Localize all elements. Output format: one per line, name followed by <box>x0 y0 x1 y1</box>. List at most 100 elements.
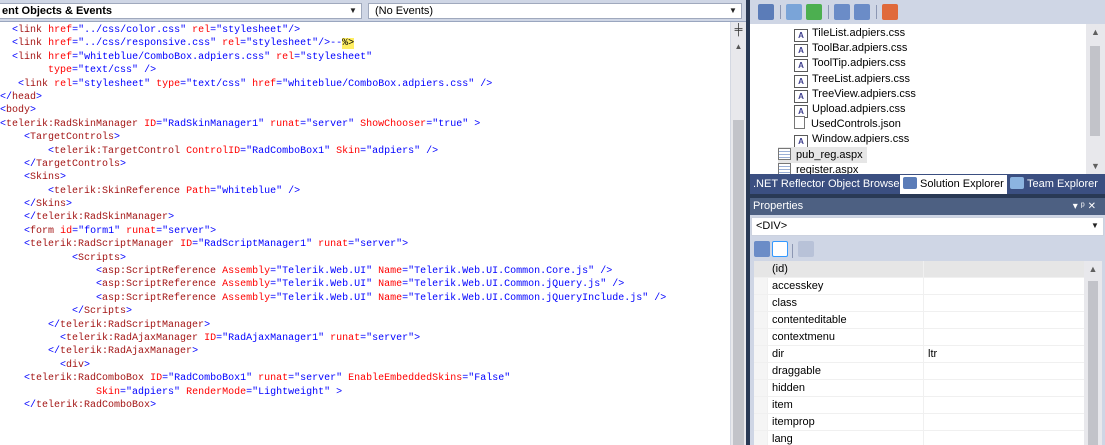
code-token: telerik:TargetControl <box>54 145 181 157</box>
property-row[interactable]: item <box>754 397 1084 414</box>
property-row[interactable]: itemprop <box>754 414 1084 431</box>
code-token: rel <box>54 78 73 90</box>
property-value[interactable] <box>924 380 1084 397</box>
split-icon[interactable]: ╪ <box>731 22 746 38</box>
scroll-down-icon[interactable]: ▼ <box>1086 158 1105 174</box>
tab-solution-explorer[interactable]: Solution Explorer <box>900 175 1007 194</box>
code-text-area[interactable]: <link href="../css/color.css" rel="style… <box>0 22 730 445</box>
editor-scrollbar[interactable]: ╪ ▲ <box>730 22 746 445</box>
tree-item[interactable]: A Upload.adpiers.css <box>794 101 906 118</box>
property-row[interactable]: dir ltr <box>754 346 1084 363</box>
code-token: telerik:RadComboBox <box>36 399 151 411</box>
class-diagram-icon[interactable] <box>882 4 898 20</box>
tab-team-explorer[interactable]: Team Explorer <box>1010 176 1098 193</box>
tree-item[interactable]: A TileList.adpiers.css <box>794 25 905 42</box>
tree-item[interactable]: UsedControls.json <box>794 116 901 132</box>
property-row[interactable]: contenteditable <box>754 312 1084 329</box>
property-grid[interactable]: (id) accesskey class contenteditable context… <box>754 261 1102 445</box>
tree-item[interactable]: A ToolTip.adpiers.css <box>794 55 906 73</box>
chevron-down-icon: ▼ <box>349 6 357 15</box>
events-dropdown[interactable]: (No Events) ▼ <box>368 3 742 19</box>
alphabetical-icon[interactable] <box>772 241 788 257</box>
property-grid-scrollbar[interactable]: ▲ <box>1084 261 1102 445</box>
property-value[interactable] <box>924 312 1084 329</box>
tree-item-label: UsedControls.json <box>811 118 901 131</box>
code-line: <telerik:RadComboBox ID="RadComboBox1" r… <box>0 372 730 385</box>
tree-item[interactable]: A TreeView.adpiers.css <box>794 86 916 103</box>
panel-tab-strip: .NET Reflector Object Browser Solution E… <box>750 174 1105 194</box>
tree-item[interactable]: A ToolBar.adpiers.css <box>794 40 907 58</box>
solution-explorer-scroll-thumb[interactable] <box>1090 46 1100 136</box>
property-name: item <box>754 397 924 414</box>
property-pages-icon[interactable] <box>798 241 814 257</box>
tree-item-label: ToolTip.adpiers.css <box>812 57 906 70</box>
code-token: RenderMode <box>186 386 247 398</box>
show-all-files-icon[interactable] <box>786 4 802 20</box>
editor-scroll-thumb[interactable] <box>733 120 744 445</box>
code-token: head <box>12 91 37 103</box>
property-value[interactable] <box>924 414 1084 431</box>
property-row[interactable]: lang <box>754 431 1084 445</box>
view-designer-icon[interactable] <box>854 4 870 20</box>
code-token: Assembly <box>222 266 271 278</box>
property-row[interactable]: contextmenu <box>754 329 1084 346</box>
properties-icon[interactable] <box>758 4 774 20</box>
code-token: rel <box>192 25 211 36</box>
scroll-up-icon[interactable]: ▲ <box>1086 24 1105 40</box>
object-selector[interactable]: <DIV> ▼ <box>751 217 1104 236</box>
chevron-down-icon: ▼ <box>729 6 737 15</box>
property-row[interactable]: (id) <box>754 261 1084 278</box>
tree-item[interactable]: A Window.adpiers.css <box>794 131 909 149</box>
refresh-icon[interactable] <box>806 4 822 20</box>
property-value[interactable] <box>924 329 1084 346</box>
property-value[interactable] <box>924 278 1084 295</box>
code-line: <Scripts> <box>0 252 730 265</box>
tab-reflector-object-browser[interactable]: .NET Reflector Object Browser <box>753 176 903 193</box>
categorized-icon[interactable] <box>754 241 770 257</box>
property-name: contenteditable <box>754 312 924 329</box>
objects-dropdown[interactable]: ent Objects & Events ▼ <box>0 3 362 19</box>
code-editor[interactable]: ent Objects & Events ▼ (No Events) ▼ <li… <box>0 0 746 445</box>
property-row[interactable]: class <box>754 295 1084 312</box>
property-row[interactable]: hidden <box>754 380 1084 397</box>
view-code-icon[interactable] <box>834 4 850 20</box>
tree-item[interactable]: register.aspx <box>778 162 858 174</box>
code-token: > <box>168 212 175 224</box>
code-token: ="adpiers" <box>120 386 181 398</box>
code-token: /> <box>612 279 625 291</box>
property-grid-scroll-thumb[interactable] <box>1088 281 1098 445</box>
code-token: > <box>150 399 157 411</box>
code-token: > <box>120 158 127 170</box>
code-line: </telerik:RadScriptManager> <box>0 319 730 332</box>
property-value[interactable] <box>924 295 1084 312</box>
code-token: /> <box>288 185 301 197</box>
code-token: telerik:RadAjaxManager <box>60 346 193 358</box>
code-token: Name <box>378 266 403 278</box>
pin-icon[interactable]: ᵖ <box>1081 201 1088 212</box>
objects-dropdown-value: ent Objects & Events <box>2 5 113 17</box>
property-value[interactable] <box>924 261 1084 278</box>
dropdown-icon[interactable]: ▾ <box>1073 201 1081 212</box>
scroll-up-icon[interactable]: ▲ <box>731 40 746 54</box>
code-token: runat <box>126 225 157 237</box>
property-value[interactable]: ltr <box>924 346 1084 363</box>
solution-explorer-scrollbar[interactable]: ▲ ▼ <box>1086 24 1105 174</box>
code-line: <asp:ScriptReference Assembly="Telerik.W… <box>0 278 730 291</box>
property-value[interactable] <box>924 363 1084 380</box>
property-value[interactable] <box>924 397 1084 414</box>
code-token: Skin <box>96 386 121 398</box>
property-row[interactable]: draggable <box>754 363 1084 380</box>
scroll-up-icon[interactable]: ▲ <box>1084 261 1102 277</box>
solution-explorer-tree[interactable]: A TileList.adpiers.css A ToolBar.adpiers.cs… <box>750 24 1105 174</box>
tree-item[interactable]: A TreeList.adpiers.css <box>794 71 910 88</box>
navigation-bar: ent Objects & Events ▼ (No Events) ▼ <box>0 0 746 22</box>
code-token: > <box>126 306 133 318</box>
tree-item[interactable]: pub_reg.aspx <box>778 146 867 163</box>
code-token: href <box>48 25 73 36</box>
property-value[interactable] <box>924 431 1084 445</box>
code-token: Assembly <box>222 279 271 291</box>
close-icon[interactable]: ✕ <box>1088 201 1099 212</box>
code-token: telerik:RadAjaxManager <box>66 332 199 344</box>
property-row[interactable]: accesskey <box>754 278 1084 295</box>
